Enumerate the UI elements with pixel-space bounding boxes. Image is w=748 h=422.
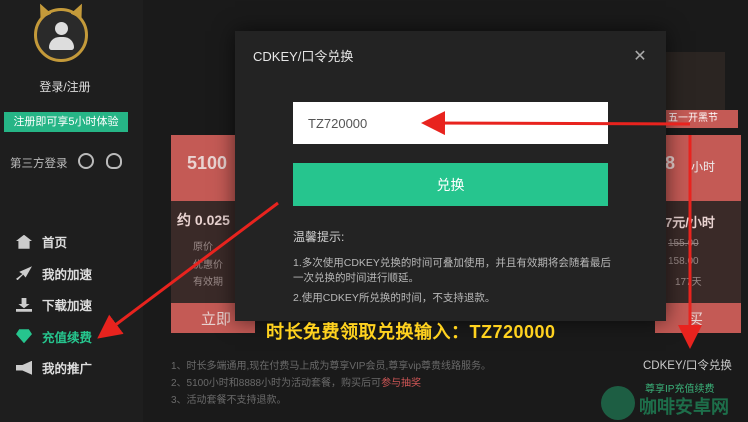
watermark-logo-icon [601,386,635,420]
watermark: 咖啡安卓网 [601,386,741,420]
login-register-link[interactable]: 登录/注册 [0,78,130,95]
card-buy-label[interactable]: 立即 [201,308,231,329]
third-party-login-label: 第三方登录 [10,158,68,170]
qq-icon[interactable] [106,153,122,169]
nav-item-label: 我的加速 [42,267,93,282]
sidebar-nav: 首页 我的加速 下载加速 充值续费 我的推广 [0,226,143,384]
avatar[interactable] [34,8,88,62]
card-hours: 5100 [187,153,228,173]
promo-banner-image [665,52,725,110]
gem-icon [16,329,32,344]
card-unit: 小时 [691,160,716,174]
card-buy-label[interactable]: 买 [688,308,703,329]
nav-item-label: 充值续费 [42,330,93,345]
close-icon[interactable]: ✕ [633,49,647,65]
redeem-button[interactable]: 兑换 [293,163,608,206]
lottery-link[interactable]: 参与抽奖 [381,378,421,389]
cdkey-redeem-dialog: CDKEY/口令兑换 ✕ 兑换 温馨提示: 1.多次使用CDKEY兑换的时间可叠… [235,31,666,321]
horn-right-icon [71,1,88,19]
nav-item-recharge[interactable]: 充值续费 [0,321,143,353]
horn-left-icon [35,1,52,19]
cdkey-input[interactable] [293,102,608,144]
dialog-title: CDKEY/口令兑换 [253,49,354,64]
nav-item-label: 我的推广 [42,362,93,377]
nav-item-home[interactable]: 首页 [0,226,143,258]
card-price: 约 0.025 [177,212,230,228]
tip-2: 2.使用CDKEY所兑换的时间，不支持退款。 [293,292,496,304]
note-2-text: 2、5100小时和8888小时为活动套餐，购买后可 [171,378,382,389]
note-2: 2、5100小时和8888小时为活动套餐，购买后可参与抽奖 [171,375,491,392]
note-1: 1、时长多端通用,现在付费马上成为尊享VIP会员,尊享vip尊贵线路服务。 [171,361,492,372]
home-icon [16,234,32,249]
promo-caption: 时长免费领取兑换输入：TZ720000 [266,322,556,342]
purchase-notes: 1、时长多端通用,现在付费马上成为尊享VIP会员,尊享vip尊贵线路服务。 2、… [171,358,491,409]
tips-title: 温馨提示: [293,230,345,244]
user-body-icon [49,37,74,50]
trial-badge[interactable]: 注册即可享5小时体验 [4,112,128,132]
card-act-label: 优惠价 [193,260,223,271]
nav-item-promotion[interactable]: 我的推广 [0,352,143,384]
nav-item-label: 下载加速 [42,299,93,314]
rocket-icon [16,266,32,281]
card-orig-price: 155.00 [668,238,699,249]
card-valid-label: 有效期 [193,277,223,288]
watermark-text: 咖啡安卓网 [639,397,729,417]
card-hours: 8 [665,153,676,173]
wechat-icon[interactable] [78,153,94,169]
card-valid-days: 177天 [675,277,702,288]
card-act-price: 158.00 [668,256,699,267]
sidebar: 登录/注册 注册即可享5小时体验 第三方登录 首页 我的加速 下载加速 充值续费… [0,0,143,422]
nav-item-my-acceleration[interactable]: 我的加速 [0,258,143,290]
card-orig-label: 原价 [193,242,213,253]
card-price: 7元/小时 [665,215,715,230]
download-icon [16,297,32,312]
megaphone-icon [16,360,32,375]
nav-item-download-acceleration[interactable]: 下载加速 [0,289,143,321]
user-head-icon [55,22,68,35]
note-3: 3、活动套餐不支持退款。 [171,395,287,406]
cdkey-redeem-link[interactable]: CDKEY/口令兑换 [643,357,732,373]
nav-item-label: 首页 [42,236,68,251]
tip-1: 1.多次使用CDKEY兑换的时间可叠加使用，并且有效期将会随着最后一次兑换的时间… [293,257,611,284]
